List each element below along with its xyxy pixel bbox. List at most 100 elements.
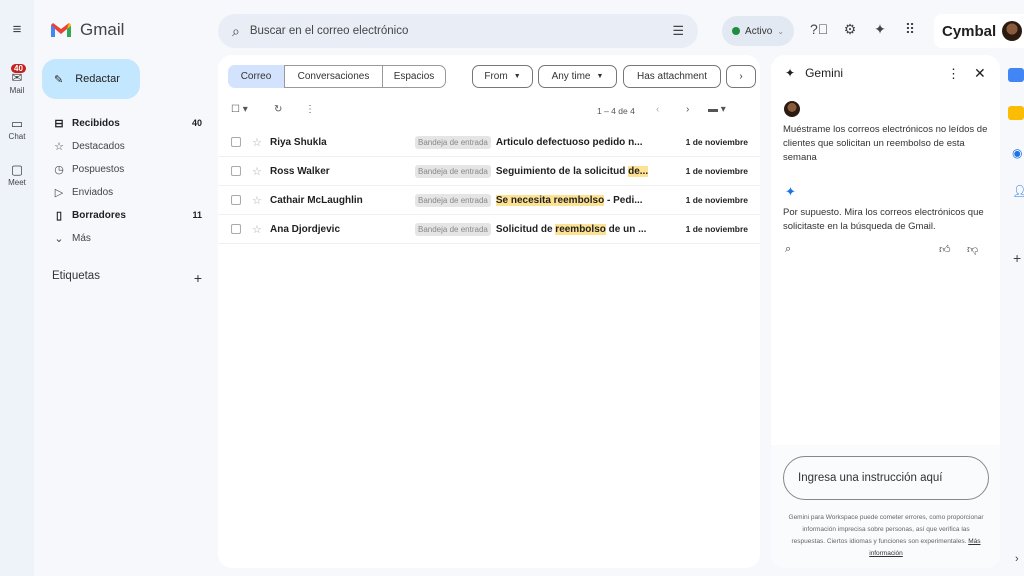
pencil-icon: ✎ [54, 73, 64, 86]
row-checkbox[interactable] [231, 137, 241, 147]
time-filter[interactable]: Any time ▼ [538, 65, 617, 88]
draft-icon: ▯ [55, 209, 63, 222]
prompt-input[interactable]: Ingresa una instrucción aquí [783, 456, 989, 500]
more-filters-button[interactable]: › [726, 65, 756, 88]
filter-options-icon[interactable]: ☰ [672, 23, 684, 39]
keep-icon[interactable] [1008, 106, 1024, 120]
nav-label: Borradores [72, 209, 126, 221]
gmail-logo[interactable]: Gmail [50, 20, 124, 40]
account-switcher[interactable]: Cymbal [934, 14, 1024, 48]
gemini-response-icon: ✦ [785, 184, 796, 199]
nav-label: Pospuestos [72, 163, 125, 175]
close-icon[interactable]: ✕ [974, 65, 986, 82]
mail-list-panel: Correo Conversaciones Espacios From ▼ Any… [218, 55, 760, 568]
gemini-icon[interactable]: ✦ [871, 21, 889, 38]
pagination-label: 1 – 4 de 4 [597, 106, 635, 116]
label-tag: Bandeja de entrada [415, 193, 491, 207]
compose-button[interactable]: ✎ Redactar [42, 59, 140, 99]
next-page-button[interactable]: › [686, 104, 689, 115]
avatar [1002, 21, 1023, 41]
chat-icon: ▭ [10, 116, 24, 131]
chip-label: Any time [551, 71, 591, 82]
row-checkbox[interactable] [231, 195, 241, 205]
user-avatar [784, 101, 800, 117]
calendar-icon[interactable] [1008, 68, 1024, 82]
subject-text: - Pedi... [604, 194, 643, 206]
tab-correo[interactable]: Correo [228, 65, 284, 88]
nav-count: 11 [192, 210, 202, 220]
rail-chat[interactable]: ▭ Chat [0, 116, 34, 141]
star-icon[interactable]: ☆ [252, 223, 270, 236]
label-tag: Bandeja de entrada [415, 135, 491, 149]
from-filter[interactable]: From ▼ [472, 65, 533, 88]
nav-inbox[interactable]: ⊟ Recibidos 40 [42, 112, 212, 134]
refresh-button[interactable]: ↻ [274, 104, 282, 115]
status-selector[interactable]: Activo ⌄ [722, 16, 794, 46]
subject: Se necesita reembolso - Pedi... [495, 194, 664, 206]
expand-panel-icon[interactable]: › [1015, 553, 1019, 565]
gmail-m-icon [51, 23, 71, 37]
chevron-down-icon: ⌄ [54, 232, 64, 245]
nav-more[interactable]: ⌄ Más [42, 227, 212, 249]
nav-starred[interactable]: ☆ Destacados [42, 135, 212, 157]
label-tag: Bandeja de entrada [415, 164, 491, 178]
star-icon: ☆ [54, 140, 64, 153]
video-icon: ▢ [10, 162, 24, 177]
density-button[interactable]: ▬ ▾ [708, 104, 726, 115]
star-icon[interactable]: ☆ [252, 194, 270, 207]
thumbs-up-icon[interactable]: 👍︎ [939, 243, 951, 256]
gemini-header: ✦ Gemini [785, 66, 843, 80]
email-row[interactable]: ☆ Riya Shukla Bandeja de entrada Articulo d… [218, 128, 760, 157]
select-all-checkbox[interactable]: ☐ ▾ [231, 104, 248, 115]
main-menu-button[interactable]: ≡ [0, 22, 34, 38]
subject-highlight: de... [628, 165, 649, 177]
sender: Cathair McLaughlin [270, 194, 363, 206]
nav-label: Recibidos [72, 117, 120, 129]
apps-icon[interactable]: ⠿ [901, 21, 919, 38]
attachment-filter[interactable]: Has attachment [623, 65, 721, 88]
help-icon[interactable]: ?⃝ [810, 21, 828, 37]
subject-highlight: reembolso [555, 223, 606, 235]
thumbs-down-icon[interactable]: 👎︎ [967, 243, 978, 256]
rail-label: Meet [8, 178, 26, 187]
rail-mail[interactable]: ✉ 40 Mail [0, 64, 34, 95]
prev-page-button[interactable]: ‹ [656, 104, 659, 115]
star-icon[interactable]: ☆ [252, 165, 270, 178]
star-icon[interactable]: ☆ [252, 136, 270, 149]
gemini-menu-icon[interactable]: ⋮ [947, 66, 960, 82]
rail-label: Chat [8, 132, 26, 141]
search-bar[interactable]: ⌕ Buscar en el correo electrónico ☰ [218, 14, 698, 48]
subject-text: Seguimiento de la solicitud [495, 165, 629, 177]
search-refine-icon[interactable]: ⌕ [785, 243, 791, 256]
email-row[interactable]: ☆ Ana Djordjevic Bandeja de entrada Solicit… [218, 215, 760, 244]
more-options-button[interactable]: ⋮ [305, 104, 315, 115]
add-label-button[interactable]: + [194, 270, 202, 286]
nav-label: Enviados [72, 186, 114, 198]
row-checkbox[interactable] [231, 166, 241, 176]
label-tag: Bandeja de entrada [415, 222, 491, 236]
contacts-icon[interactable]: 👤︎ [1012, 184, 1024, 198]
add-addon-icon[interactable]: + [1013, 250, 1021, 266]
tasks-icon[interactable]: ◉ [1012, 146, 1022, 160]
email-row[interactable]: ☆ Ross Walker Bandeja de entrada Seguimient… [218, 157, 760, 186]
search-icon: ⌕ [232, 22, 240, 39]
tab-espacios[interactable]: Espacios [382, 65, 446, 88]
clock-icon: ◷ [54, 163, 64, 176]
date: 1 de noviembre [685, 137, 748, 147]
nav-drafts[interactable]: ▯ Borradores 11 [42, 204, 212, 226]
row-checkbox[interactable] [231, 224, 241, 234]
disclaimer-text: Gemini para Workspace puede cometer erro… [788, 514, 984, 545]
chevron-down-icon: ⌄ [777, 26, 784, 36]
tab-conversaciones[interactable]: Conversaciones [284, 65, 383, 88]
app-rail: ≡ ✉ 40 Mail ▭ Chat ▢ Meet [0, 0, 34, 576]
sender: Ross Walker [270, 165, 330, 177]
nav-snoozed[interactable]: ◷ Pospuestos [42, 158, 212, 180]
nav-sent[interactable]: ▷ Enviados [42, 181, 212, 203]
date: 1 de noviembre [685, 195, 748, 205]
settings-icon[interactable]: ⚙ [841, 21, 859, 38]
rail-meet[interactable]: ▢ Meet [0, 162, 34, 187]
search-input[interactable]: Buscar en el correo electrónico [250, 25, 409, 37]
email-row[interactable]: ☆ Cathair McLaughlin Bandeja de entrada Se … [218, 186, 760, 215]
gemini-title: Gemini [805, 66, 844, 80]
unread-badge: 40 [11, 64, 26, 73]
